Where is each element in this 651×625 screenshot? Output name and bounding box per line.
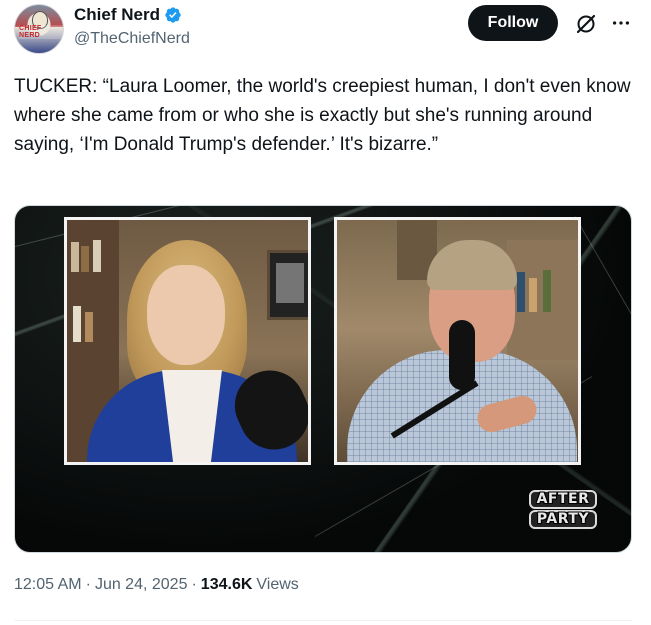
- microphone: [449, 320, 475, 390]
- video-panel-right: [334, 217, 581, 465]
- tweet-meta: 12:05 AM · Jun 24, 2025 · 134.6K Views: [14, 576, 299, 594]
- author-name-row: Chief Nerd: [74, 5, 182, 25]
- verified-badge-icon: [165, 7, 181, 23]
- show-logo: AFTER PARTY: [523, 489, 603, 529]
- book: [93, 240, 101, 272]
- video-panel-left: [64, 217, 311, 465]
- video-media[interactable]: AFTER PARTY: [14, 205, 632, 553]
- avatar-text: CHIEF NERD: [19, 25, 63, 39]
- views-count: 134.6K: [200, 576, 253, 593]
- tweet-header: CHIEF NERD Chief Nerd @TheChiefNerd Foll…: [14, 4, 637, 54]
- avatar[interactable]: CHIEF NERD: [14, 4, 64, 54]
- tweet-text: TUCKER: “Laura Loomer, the world's creep…: [14, 76, 631, 155]
- book: [73, 306, 81, 342]
- person-face: [147, 265, 225, 365]
- show-logo-line2: PARTY: [529, 510, 597, 529]
- meta-separator: ·: [85, 576, 91, 593]
- book: [517, 272, 525, 312]
- book: [543, 270, 551, 312]
- book: [85, 312, 93, 342]
- author-handle[interactable]: @TheChiefNerd: [74, 30, 190, 48]
- book: [81, 246, 89, 272]
- views-label: Views: [256, 576, 299, 593]
- divider: [14, 620, 632, 621]
- wall-frame: [267, 250, 308, 320]
- show-logo-line1: AFTER: [529, 490, 597, 509]
- tweet-date[interactable]: Jun 24, 2025: [95, 576, 188, 594]
- follow-button[interactable]: Follow: [468, 5, 558, 41]
- tweet-time[interactable]: 12:05 AM: [14, 576, 82, 594]
- author-display-name[interactable]: Chief Nerd: [74, 5, 160, 25]
- more-icon[interactable]: [610, 12, 632, 34]
- meta-separator: ·: [191, 576, 197, 593]
- background-streak: [574, 216, 631, 321]
- grok-icon[interactable]: [574, 12, 598, 36]
- person-hair: [427, 240, 517, 290]
- book: [71, 242, 79, 272]
- book: [529, 278, 537, 312]
